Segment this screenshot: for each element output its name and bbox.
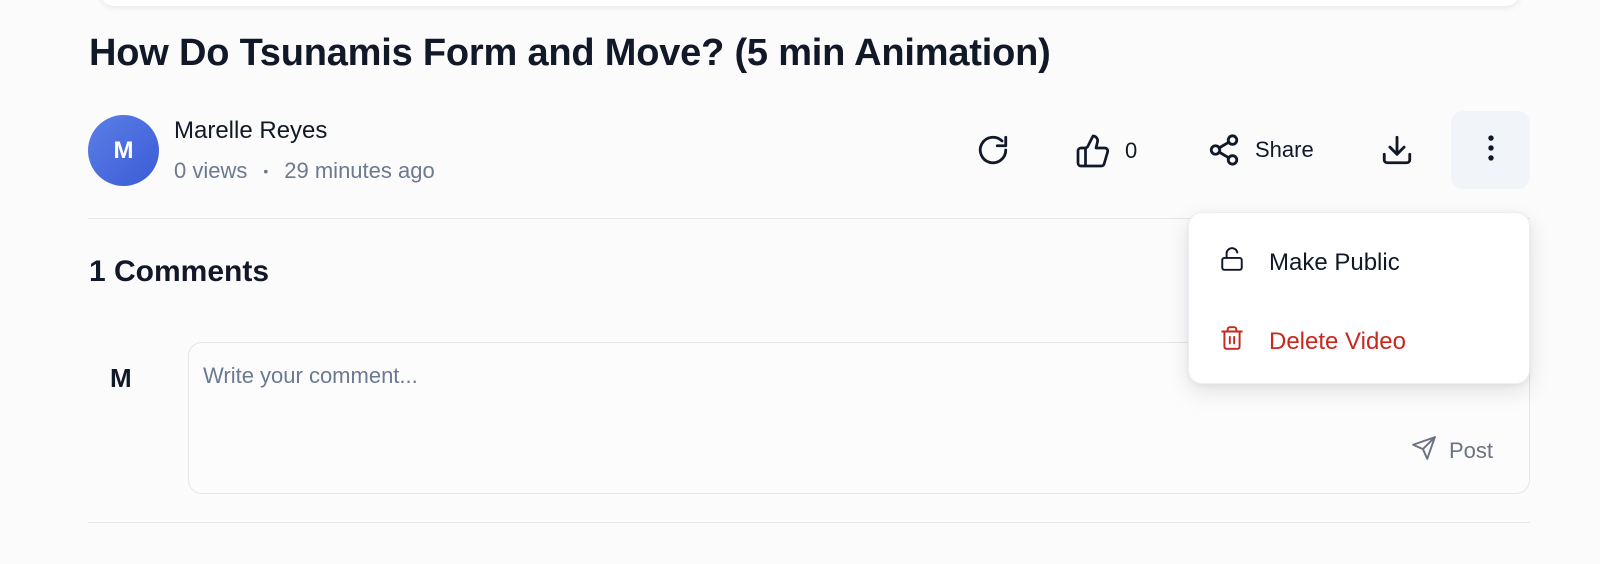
send-icon (1411, 435, 1437, 467)
thumbs-up-icon (1075, 133, 1111, 169)
meta-separator: • (263, 163, 269, 179)
menu-item-label: Make Public (1269, 248, 1400, 276)
more-options-menu: Make Public Delete Video (1188, 212, 1530, 384)
more-options-button[interactable] (1451, 111, 1530, 189)
channel-avatar[interactable]: M (88, 115, 159, 186)
video-title: How Do Tsunamis Form and Move? (5 min An… (89, 32, 1051, 74)
comments-heading: 1 Comments (89, 255, 270, 288)
post-label: Post (1448, 438, 1493, 463)
posted-time: 29 minutes ago (284, 158, 435, 183)
more-vertical-icon (1474, 131, 1508, 170)
download-button[interactable] (1380, 133, 1414, 167)
bottom-divider (88, 522, 1530, 523)
like-count: 0 (1125, 138, 1138, 163)
like-button[interactable]: 0 (1075, 133, 1137, 169)
download-icon (1380, 133, 1414, 167)
unlock-icon (1219, 246, 1245, 279)
comment-input[interactable] (203, 363, 1203, 389)
trash-icon (1219, 325, 1245, 358)
refresh-icon (976, 133, 1010, 167)
commenter-avatar: M (110, 363, 132, 393)
post-button[interactable]: Post (1411, 435, 1493, 467)
video-meta: 0 views • 29 minutes ago (174, 158, 435, 184)
menu-item-make-public[interactable]: Make Public (1219, 246, 1400, 279)
video-player-card-edge (100, 0, 1520, 6)
refresh-button[interactable] (976, 133, 1010, 167)
share-label: Share (1255, 137, 1314, 162)
avatar-initial: M (113, 136, 134, 164)
menu-item-delete-video[interactable]: Delete Video (1219, 325, 1406, 358)
view-count: 0 views (174, 158, 248, 183)
share-button[interactable]: Share (1207, 133, 1314, 167)
share-icon (1207, 133, 1241, 167)
menu-item-label: Delete Video (1269, 327, 1406, 355)
channel-name[interactable]: Marelle Reyes (174, 117, 327, 145)
